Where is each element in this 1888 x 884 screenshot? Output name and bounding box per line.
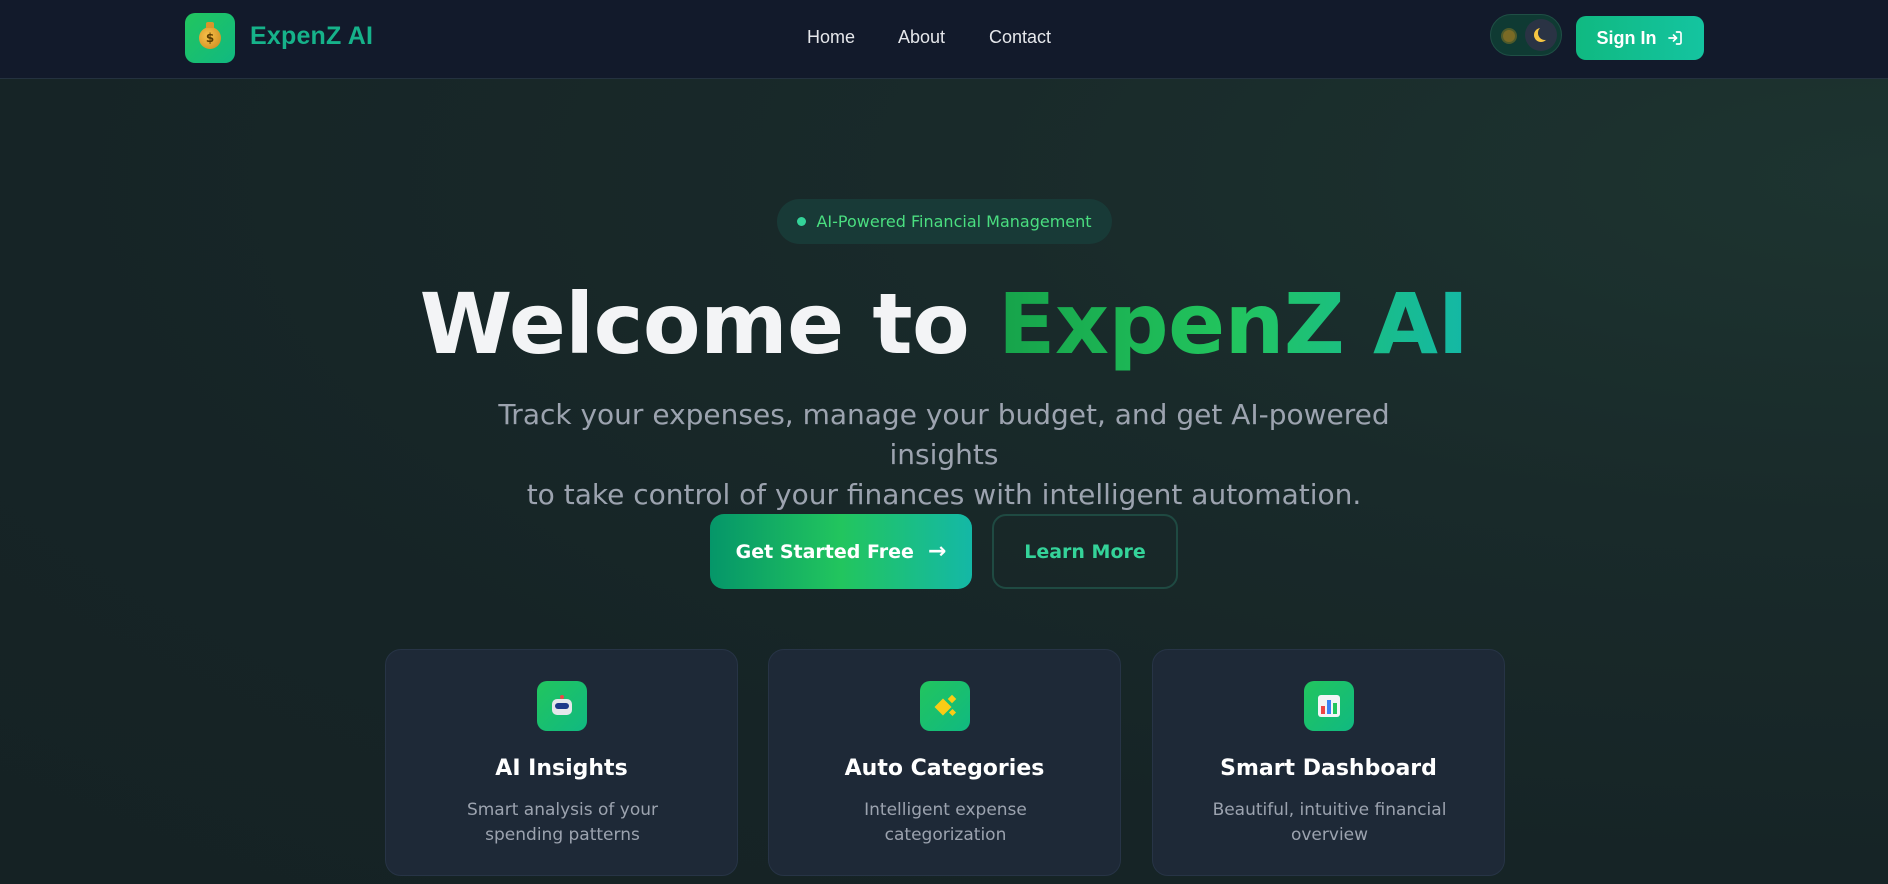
money-bag-icon: $ <box>199 22 221 49</box>
feature-title: AI Insights <box>495 756 628 781</box>
learn-more-button[interactable]: Learn More <box>992 514 1178 589</box>
robot-icon <box>550 695 574 717</box>
feature-icon-box <box>537 681 587 731</box>
feature-icon-box <box>920 681 970 731</box>
sign-in-button[interactable]: Sign In <box>1576 16 1704 60</box>
get-started-label: Get Started Free <box>735 540 914 563</box>
feature-title: Smart Dashboard <box>1220 756 1437 781</box>
feature-card-smart-dashboard: Smart Dashboard Beautiful, intuitive fin… <box>1152 649 1505 876</box>
hero-title-prefix: Welcome to <box>419 275 998 373</box>
moon-icon <box>1538 26 1552 40</box>
feature-card-ai-insights: AI Insights Smart analysis of your spend… <box>385 649 738 876</box>
get-started-button[interactable]: Get Started Free → <box>710 514 972 589</box>
nav-link-home[interactable]: Home <box>807 27 855 48</box>
hero-subtitle-line2: to take control of your finances with in… <box>526 478 1362 511</box>
feature-icon-box <box>1304 681 1354 731</box>
toggle-knob <box>1525 19 1557 51</box>
brand-logo[interactable]: $ <box>185 13 235 63</box>
feature-title: Auto Categories <box>844 756 1045 781</box>
brand-name[interactable]: ExpenZ AI <box>250 22 373 51</box>
top-navbar: $ ExpenZ AI Home About Contact Sign In <box>0 0 1888 79</box>
status-dot-icon <box>797 217 807 226</box>
sparkles-icon <box>933 694 957 718</box>
hero-title: Welcome to ExpenZ AI <box>0 275 1888 373</box>
arrow-right-icon: → <box>927 539 947 564</box>
sun-icon <box>1503 30 1515 42</box>
sign-in-label: Sign In <box>1596 27 1657 48</box>
bar-chart-icon <box>1318 695 1340 717</box>
feature-description: Beautiful, intuitive financial overview <box>1212 800 1447 845</box>
hero-badge: AI-Powered Financial Management <box>777 199 1112 244</box>
nav-link-about[interactable]: About <box>898 27 945 48</box>
feature-description: Intelligent expense categorization <box>864 800 1027 845</box>
theme-toggle[interactable] <box>1490 14 1562 56</box>
nav-link-contact[interactable]: Contact <box>989 27 1051 48</box>
hero-subtitle: Track your expenses, manage your budget,… <box>444 395 1444 515</box>
feature-card-auto-categories: Auto Categories Intelligent expense cate… <box>768 649 1121 876</box>
hero-badge-label: AI-Powered Financial Management <box>816 212 1092 231</box>
hero-subtitle-line1: Track your expenses, manage your budget,… <box>498 398 1390 471</box>
hero-title-brand: ExpenZ AI <box>997 275 1469 373</box>
login-icon <box>1667 31 1682 45</box>
feature-description: Smart analysis of your spending patterns <box>466 800 659 845</box>
